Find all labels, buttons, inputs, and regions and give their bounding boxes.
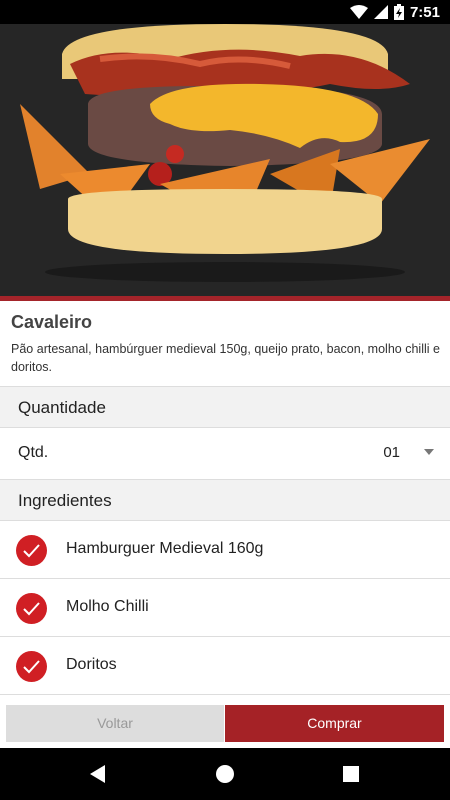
ingredient-item[interactable]: Hamburguer Medieval 160g bbox=[0, 521, 450, 579]
nav-back-button[interactable] bbox=[68, 748, 128, 800]
ingredient-item[interactable]: Molho Chilli bbox=[0, 579, 450, 637]
product-title: Cavaleiro bbox=[11, 312, 93, 332]
back-button[interactable]: Voltar bbox=[6, 705, 224, 742]
quantity-section-title: Quantidade bbox=[18, 398, 106, 417]
quantity-value: 01 bbox=[383, 444, 400, 461]
check-icon[interactable] bbox=[16, 651, 47, 682]
nav-home-button[interactable] bbox=[195, 748, 255, 800]
home-icon bbox=[216, 765, 234, 783]
ingredients-section-header: Ingredientes bbox=[0, 479, 450, 521]
signal-icon bbox=[373, 5, 388, 19]
status-time: 7:51 bbox=[409, 3, 440, 21]
quantity-row: Qtd. 01 bbox=[0, 428, 450, 479]
chevron-down-icon bbox=[424, 449, 434, 455]
back-icon bbox=[90, 765, 105, 783]
nav-recents-button[interactable] bbox=[321, 748, 381, 800]
burger-illustration bbox=[20, 24, 430, 282]
status-icons: 7:51 bbox=[349, 3, 440, 21]
status-bar: 7:51 bbox=[0, 0, 450, 24]
battery-charging-icon bbox=[393, 4, 404, 20]
buy-button[interactable]: Comprar bbox=[225, 705, 444, 742]
ingredient-label: Doritos bbox=[66, 656, 117, 673]
product-image bbox=[0, 24, 450, 296]
recents-icon bbox=[343, 766, 359, 782]
hero-divider bbox=[0, 296, 450, 301]
ingredients-section-title: Ingredientes bbox=[18, 491, 112, 510]
quantity-label: Qtd. bbox=[18, 444, 49, 461]
navigation-bar bbox=[0, 748, 450, 800]
ingredient-item[interactable]: Doritos bbox=[0, 637, 450, 695]
check-icon[interactable] bbox=[16, 593, 47, 624]
wifi-icon bbox=[349, 5, 368, 19]
quantity-dropdown[interactable]: 01 bbox=[358, 436, 438, 470]
quantity-section-header: Quantidade bbox=[0, 386, 450, 428]
check-icon[interactable] bbox=[16, 535, 47, 566]
product-description: Pão artesanal, hambúrguer medieval 150g,… bbox=[11, 342, 440, 374]
ingredient-label: Molho Chilli bbox=[66, 598, 149, 615]
ingredient-label: Hamburguer Medieval 160g bbox=[66, 540, 264, 557]
